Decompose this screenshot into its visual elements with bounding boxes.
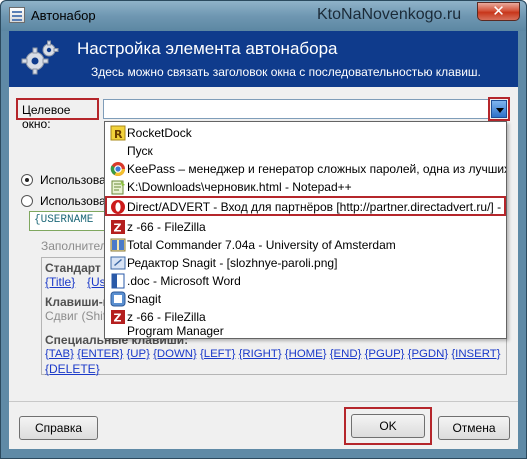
autotype-window: Автонабор KtoNaNovenkogo.ru ✕ Настройка … — [0, 0, 527, 459]
list-item[interactable]: Z z -66 - FileZilla — [105, 218, 506, 236]
blank-icon — [110, 143, 126, 159]
radio-option-1-label: Использова — [40, 173, 106, 187]
window-title: Автонабор — [31, 8, 96, 23]
list-item[interactable]: Пуск — [105, 142, 506, 160]
selected-item-highlight — [105, 196, 506, 216]
list-item[interactable]: Редактор Snagit - [slozhnye-paroli.png] — [105, 254, 506, 272]
totalcommander-icon — [110, 238, 126, 252]
standard-fields-title: Стандарт — [45, 261, 101, 275]
filezilla-icon: Z — [111, 220, 125, 235]
dropdown-arrow-button[interactable] — [491, 100, 507, 118]
list-item-label: Пуск — [127, 144, 153, 158]
list-item[interactable]: Program Manager — [105, 322, 506, 338]
list-item-label: Snagit — [127, 292, 162, 306]
list-item[interactable]: .doc - Microsoft Word — [105, 272, 506, 290]
key-link-insert[interactable]: {INSERT} — [451, 348, 500, 360]
snagit-editor-icon — [110, 256, 126, 270]
list-item-label: RocketDock — [127, 126, 192, 140]
key-link-pgup[interactable]: {PGUP} — [365, 348, 405, 360]
radio-option-1[interactable] — [21, 174, 33, 186]
key-link-tab[interactable]: {TAB} — [45, 348, 74, 360]
help-button[interactable]: Справка — [19, 416, 98, 440]
close-icon: ✕ — [492, 3, 505, 20]
placeholders-label: Заполнител — [41, 239, 107, 253]
dropdown-button-highlight — [488, 97, 510, 121]
target-window-combobox[interactable] — [103, 99, 489, 119]
ok-button[interactable]: OK — [351, 414, 425, 438]
cancel-button[interactable]: Отмена — [438, 416, 510, 440]
word-icon — [111, 273, 125, 289]
key-link-pgdn[interactable]: {PGDN} — [408, 348, 449, 360]
window-app-icon — [9, 7, 25, 23]
rocketdock-icon: R — [110, 125, 126, 141]
svg-text:Z: Z — [114, 222, 122, 235]
key-link-end[interactable]: {END} — [330, 348, 362, 360]
key-link-up[interactable]: {UP} — [126, 348, 149, 360]
button-separator — [9, 401, 518, 402]
header-subtitle: Здесь можно связать заголовок окна с пос… — [91, 65, 481, 79]
list-item[interactable]: KeePass – менеджер и генератор сложных п… — [105, 160, 506, 178]
key-link-delete[interactable]: {DELETE} — [45, 362, 100, 376]
gears-icon — [21, 40, 59, 75]
key-link-enter[interactable]: {ENTER} — [77, 348, 123, 360]
radio-option-2-label: Использова — [40, 194, 106, 208]
list-item[interactable]: Snagit — [105, 290, 506, 308]
target-window-label: Целевое окно: — [16, 98, 99, 131]
list-item-label: Total Commander 7.04a - University of Am… — [127, 238, 396, 252]
special-keys-row-1: {TAB} {ENTER} {UP} {DOWN} {LEFT} {RIGHT}… — [45, 348, 505, 360]
close-button[interactable]: ✕ — [477, 2, 520, 21]
chrome-icon — [110, 162, 125, 176]
list-item[interactable]: R RocketDock — [105, 124, 506, 142]
snagit-icon — [110, 291, 126, 307]
modifier-keys-title: Клавиши-м — [45, 295, 112, 309]
list-item-label: .doc - Microsoft Word — [127, 274, 241, 288]
list-item-label: z -66 - FileZilla — [127, 220, 206, 234]
key-link-left[interactable]: {LEFT} — [200, 348, 235, 360]
list-item-label: Редактор Snagit - [slozhnye-paroli.png] — [127, 256, 338, 270]
list-item[interactable]: K:\Downloads\черновик.html - Notepad++ — [105, 178, 506, 196]
header-title: Настройка элемента автонабора — [77, 39, 338, 58]
notepadpp-icon — [111, 180, 125, 195]
placeholder-link-title[interactable]: {Title} — [45, 275, 75, 289]
list-item-label: KeePass – менеджер и генератор сложных п… — [127, 162, 506, 176]
site-watermark: KtoNaNovenkogo.ru — [317, 6, 462, 23]
list-item[interactable]: Total Commander 7.04a - University of Am… — [105, 236, 506, 254]
key-link-home[interactable]: {HOME} — [285, 348, 327, 360]
key-link-right[interactable]: {RIGHT} — [239, 348, 282, 360]
radio-option-2[interactable] — [21, 195, 33, 207]
list-item-label: Program Manager — [127, 324, 224, 338]
blank-icon — [110, 323, 126, 338]
title-bar[interactable]: Автонабор KtoNaNovenkogo.ru ✕ — [1, 1, 526, 31]
list-item-label: K:\Downloads\черновик.html - Notepad++ — [127, 180, 352, 194]
target-window-dropdown-list[interactable]: R RocketDock Пуск KeePass – менеджер и г… — [104, 121, 507, 339]
key-link-down[interactable]: {DOWN} — [153, 348, 197, 360]
header-banner: Настройка элемента автонабора Здесь можн… — [9, 31, 518, 87]
svg-text:R: R — [114, 128, 123, 141]
